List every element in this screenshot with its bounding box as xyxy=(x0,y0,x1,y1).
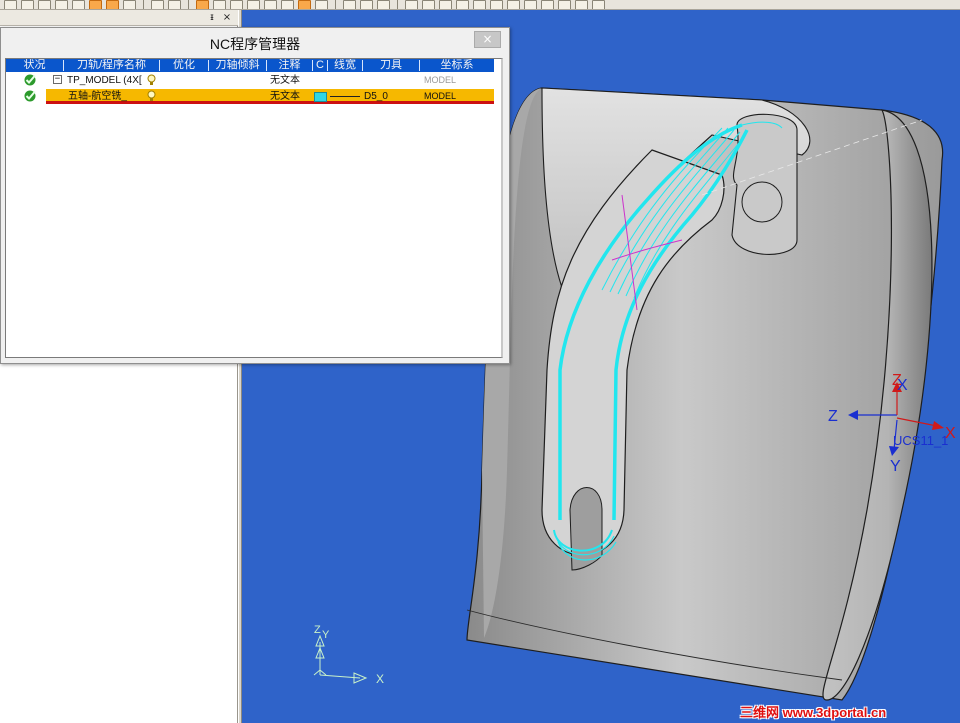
toolbar-button[interactable] xyxy=(230,0,243,9)
status-ok-check-icon xyxy=(24,90,36,102)
nc-table-header: 状况 刀轨/程序名称 优化 刀轴倾斜 注释 C 线宽 刀具 坐标系 xyxy=(6,59,494,72)
toolbar-button[interactable] xyxy=(377,0,390,9)
col-header-status[interactable]: 状况 xyxy=(6,59,63,72)
toolbar-button[interactable] xyxy=(524,0,537,9)
toolbar-button[interactable] xyxy=(38,0,51,9)
toolpath-csys: MODEL xyxy=(424,91,457,101)
line-width-sample xyxy=(330,96,360,97)
toolbar-button[interactable] xyxy=(422,0,435,9)
ucs-y-label-blue: Y xyxy=(890,458,901,475)
toolbar-separator xyxy=(397,0,398,9)
view-triad-x-label: X xyxy=(376,672,384,686)
cam-application-window: ᵻ × Z X Z X Y UCS11_1 Z Y X NC程序管理器 × 状况… xyxy=(0,0,960,723)
toolbar-button[interactable] xyxy=(439,0,452,9)
program-csys: MODEL xyxy=(424,75,457,85)
toolbar-button[interactable] xyxy=(264,0,277,9)
toolbar-button[interactable] xyxy=(558,0,571,9)
col-header-tool-axis-tilt[interactable]: 刀轴倾斜 xyxy=(209,59,266,72)
toolbar-button[interactable] xyxy=(55,0,68,9)
dock-close-icon[interactable]: × xyxy=(221,12,233,24)
pin-icon[interactable]: ᵻ xyxy=(206,12,218,24)
toolbar-button[interactable] xyxy=(343,0,356,9)
nc-program-table: 状况 刀轨/程序名称 优化 刀轴倾斜 注释 C 线宽 刀具 坐标系 − TP_M… xyxy=(5,58,503,358)
program-name: TP_MODEL (4X[ xyxy=(67,75,142,86)
dock-header: ᵻ × xyxy=(0,10,238,26)
toolbar-button[interactable] xyxy=(490,0,503,9)
nc-manager-close-button[interactable]: × xyxy=(474,31,501,48)
nc-program-manager-window: NC程序管理器 × 状况 刀轨/程序名称 优化 刀轴倾斜 注释 C 线宽 刀具 xyxy=(0,27,510,364)
toolpath-tool: D5_0 xyxy=(364,91,388,102)
toolbar-button[interactable] xyxy=(473,0,486,9)
toolbar-separator xyxy=(335,0,336,9)
col-header-color[interactable]: C xyxy=(313,59,327,72)
toolbar-button[interactable] xyxy=(315,0,328,9)
nc-program-row-selected[interactable]: 五轴-航空铣_ 无文本 D5_0 MODEL xyxy=(6,89,494,104)
toolbar-button[interactable] xyxy=(507,0,520,9)
toolbar-button[interactable] xyxy=(592,0,605,9)
toolbar-button[interactable] xyxy=(123,0,136,9)
toolbar-button[interactable] xyxy=(4,0,17,9)
col-header-optimize[interactable]: 优化 xyxy=(160,59,208,72)
status-ok-check-icon xyxy=(24,74,36,86)
toolbar-button[interactable] xyxy=(89,0,102,9)
toolbar-button[interactable] xyxy=(151,0,164,9)
program-comment: 无文本 xyxy=(270,75,300,86)
toolbar-button[interactable] xyxy=(247,0,260,9)
tree-collapse-icon[interactable]: − xyxy=(53,75,62,84)
ucs-z-label-blue: Z xyxy=(828,408,838,425)
view-triad-z-label: Z xyxy=(314,624,321,636)
toolbar-button[interactable] xyxy=(281,0,294,9)
view-triad-y-label: Y xyxy=(322,629,330,641)
col-header-tool[interactable]: 刀具 xyxy=(363,59,419,72)
nc-manager-titlebar[interactable]: NC程序管理器 × xyxy=(1,28,509,56)
ucs-x-label-blue: X xyxy=(897,377,908,394)
ucs-name-label: UCS11_1 xyxy=(893,433,948,448)
toolbar-button[interactable] xyxy=(196,0,209,9)
col-header-comment[interactable]: 注释 xyxy=(267,59,312,72)
toolbar-button[interactable] xyxy=(106,0,119,9)
watermark: 三维网 www.3dportal.cn xyxy=(740,705,887,720)
lightbulb-icon xyxy=(147,74,156,85)
toolbar-button[interactable] xyxy=(72,0,85,9)
toolbar-separator xyxy=(188,0,189,9)
lightbulb-icon xyxy=(147,90,156,101)
toolpath-comment: 无文本 xyxy=(270,91,300,102)
toolbar-button[interactable] xyxy=(575,0,588,9)
toolbar-button[interactable] xyxy=(405,0,418,9)
main-toolbar xyxy=(0,0,960,10)
toolbar-button[interactable] xyxy=(456,0,469,9)
toolpath-color-swatch[interactable] xyxy=(314,92,327,102)
col-header-name[interactable]: 刀轨/程序名称 xyxy=(64,59,159,72)
nc-program-row[interactable]: − TP_MODEL (4X[ 无文本 MODEL xyxy=(6,73,494,88)
toolbar-button[interactable] xyxy=(168,0,181,9)
toolbar-separator xyxy=(143,0,144,9)
toolbar-button[interactable] xyxy=(298,0,311,9)
col-header-csys[interactable]: 坐标系 xyxy=(420,59,494,72)
view-triad xyxy=(313,634,368,684)
toolpath-name: 五轴-航空铣_ xyxy=(68,91,127,102)
nc-manager-title: NC程序管理器 xyxy=(209,36,301,52)
toolbar-button[interactable] xyxy=(541,0,554,9)
toolbar-button[interactable] xyxy=(213,0,226,9)
toolbar-button[interactable] xyxy=(21,0,34,9)
toolbar-button[interactable] xyxy=(360,0,373,9)
col-header-line-width[interactable]: 线宽 xyxy=(328,59,362,72)
